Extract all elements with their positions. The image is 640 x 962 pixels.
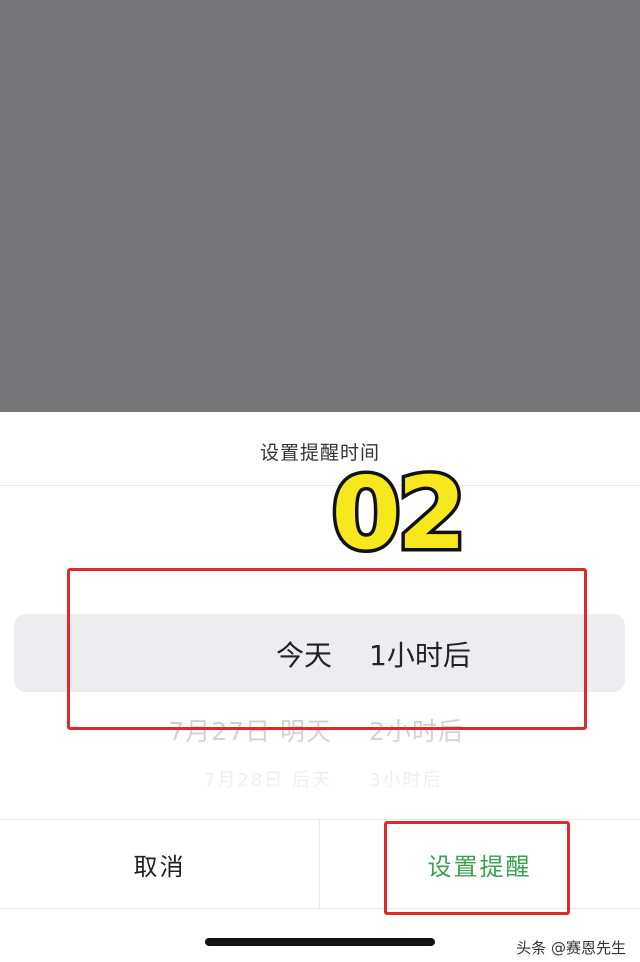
step-number-text: 02 [331,456,462,566]
picker-time-next-2[interactable]: 3小时后 [369,766,442,792]
cancel-button[interactable]: 取消 [0,820,319,908]
sheet-title: 设置提醒时间 [259,442,380,464]
home-indicator[interactable] [205,938,435,946]
button-highlight-annotation [384,821,570,915]
reminder-time-sheet: 设置提醒时间 今天 1小时后 7月27日 明天 2小时后 7月28日 后天 3小… [0,412,640,962]
picker-highlight-annotation [67,568,587,730]
picker-row-next-2[interactable]: 7月28日 后天 3小时后 [0,766,640,806]
watermark: 头条 @赛恩先生 [516,939,626,957]
step-number-badge: 02 [328,456,470,566]
picker-date-next-2[interactable]: 7月28日 后天 [204,766,332,792]
dimmed-background-overlay[interactable] [0,0,640,412]
